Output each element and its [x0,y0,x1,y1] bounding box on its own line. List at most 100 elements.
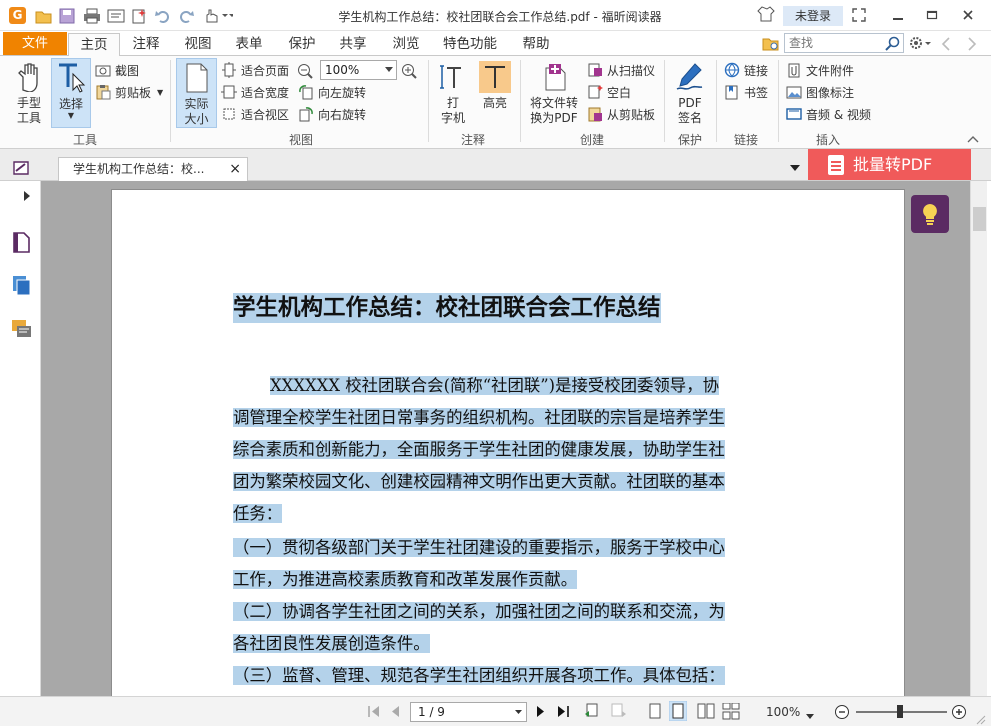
pages-layers-icon[interactable] [12,276,32,296]
fit-page-button[interactable]: 适合页面 [221,60,289,80]
previous-view-icon[interactable] [584,703,602,723]
paragraph-line[interactable]: 工作，为推进高校素质教育和改革发展作贡献。 [233,569,578,591]
save-icon[interactable] [59,7,75,25]
zoom-dropdown-icon[interactable] [385,67,393,72]
previous-page-icon[interactable] [390,705,400,721]
redo-icon[interactable] [178,7,194,25]
settings-gear-icon[interactable] [908,34,932,52]
tab-file[interactable]: 文件 [3,32,67,55]
nav-forward-icon[interactable] [966,35,978,53]
blank-page-button[interactable]: 空白 [587,82,631,102]
link-button[interactable]: 链接 [724,60,768,80]
from-scanner-button[interactable]: 从扫描仪 [587,60,655,80]
batch-convert-pdf-button[interactable]: 批量转PDF [808,149,971,180]
image-annotation-button[interactable]: 图像标注 [786,82,854,102]
resize-grip-icon[interactable] [974,713,986,726]
continuous-facing-view-icon[interactable] [722,702,740,723]
pdf-page[interactable]: 学生机构工作总结：校社团联合会工作总结 XXXXXX 校社团联合会(简称“社团联… [111,189,905,696]
page-thumbnail-icon[interactable] [12,232,30,253]
paragraph-line[interactable]: 团为繁荣校园文化、创建校园精神文明作出更大贡献。社团联的基本 [233,471,725,493]
first-page-icon[interactable] [367,705,381,721]
tab-view[interactable]: 视图 [176,33,220,56]
search-icon[interactable] [885,36,900,54]
fullscreen-icon[interactable] [844,4,874,26]
file-attachment-button[interactable]: 文件附件 [786,60,854,80]
paragraph-line[interactable]: 综合素质和创新能力，全面服务于学生社团的健康发展，协助学生社 [233,439,725,461]
tab-share[interactable]: 共享 [331,33,375,56]
paragraph-line[interactable]: （二）协调各学生社团之间的关系，加强社团之间的联系和交流，为 [233,601,725,623]
tab-help[interactable]: 帮助 [513,33,559,56]
paragraph-line[interactable]: （一）贯彻各级部门关于学生社团建设的重要指示，服务于学校中心 [233,537,725,559]
document-tab[interactable]: 学生机构工作总结：校... × [58,157,248,181]
vertical-scrollbar[interactable] [970,181,987,696]
document-heading[interactable]: 学生机构工作总结：校社团联合会工作总结 [233,293,661,323]
rotate-left-button[interactable]: 向左旋转 [298,82,366,102]
open-folder-icon[interactable] [35,7,53,25]
paragraph-line[interactable]: 各社团良性发展创造条件。 [233,633,430,655]
paragraph-line[interactable]: XXXXXX 校社团联合会(简称“社团联”)是接受校团委领导，协 [270,375,719,397]
paragraph-line[interactable]: （三）监督、管理、规范各学生社团组织开展各项工作。具体包括： [233,665,725,687]
folder-search-icon[interactable] [762,35,780,53]
select-tool-button[interactable]: 选择 ▼ [51,58,91,128]
next-page-icon[interactable] [536,705,546,721]
skin-shirt-icon[interactable] [757,5,775,23]
from-clipboard-button[interactable]: 从剪贴板 [587,104,655,124]
audio-video-button[interactable]: 音频 & 视频 [786,104,871,124]
paragraph-line[interactable]: 调管理全校学生社团日常事务的组织机构。社团联的宗旨是培养学生 [233,407,725,429]
clipboard-button[interactable]: 剪贴板 ▼ [95,82,163,102]
continuous-view-icon[interactable] [668,700,688,724]
close-tab-icon[interactable]: × [229,158,241,180]
actual-size-button[interactable]: 实际 大小 [176,58,217,128]
search-input[interactable] [785,34,881,52]
tab-comment[interactable]: 注释 [124,33,168,56]
hand-dropdown-icon[interactable] [203,7,233,25]
restore-button[interactable] [917,4,947,26]
close-window-button[interactable] [953,4,983,26]
search-field[interactable] [784,33,904,53]
zoom-slider-thumb[interactable] [897,705,903,718]
tab-features[interactable]: 特色功能 [437,33,503,56]
undo-icon[interactable] [155,7,171,25]
tab-protect[interactable]: 保护 [280,33,324,56]
typewriter-button[interactable]: 打 字机 [435,58,471,126]
minimize-button[interactable] [883,4,913,26]
tab-form[interactable]: 表单 [227,33,271,56]
pdf-sign-button[interactable]: PDF 签名 [672,58,708,126]
highlight-button[interactable]: 高亮 [476,58,514,111]
zoom-in-icon[interactable] [401,62,417,80]
login-status[interactable]: 未登录 [783,6,843,26]
page-number-field[interactable]: 1 / 9 [410,702,527,722]
convert-to-pdf-button[interactable]: 将文件转 换为PDF [528,58,580,126]
tab-list-dropdown-icon[interactable] [790,159,800,177]
facing-view-icon[interactable] [697,703,715,723]
fit-visible-button[interactable]: 适合视区 [221,104,289,124]
print-icon[interactable] [83,7,101,25]
clipboard-dropdown-arrow[interactable]: ▼ [157,88,163,97]
paragraph-line[interactable]: 任务： [233,503,283,525]
zoom-in-status-icon[interactable] [951,704,967,723]
tips-lightbulb-button[interactable] [911,195,949,233]
tab-browse[interactable]: 浏览 [384,33,428,56]
hand-tool-button[interactable]: 手型 工具 [9,58,49,126]
new-document-icon[interactable] [130,7,148,25]
comments-icon[interactable] [11,320,33,339]
bookmark-button[interactable]: 书签 [724,82,768,102]
zoom-select[interactable]: 100% [320,60,397,80]
last-page-icon[interactable] [557,705,571,721]
collapse-ribbon-icon[interactable] [967,130,979,148]
scrollbar-thumb[interactable] [973,207,986,231]
nav-back-icon[interactable] [940,35,952,53]
rotate-right-button[interactable]: 向右旋转 [298,104,366,124]
single-page-view-icon[interactable] [648,703,662,723]
foxit-home-icon[interactable] [12,159,30,177]
page-dropdown-icon[interactable] [515,710,522,714]
zoom-out-status-icon[interactable] [834,704,850,723]
snapshot-button[interactable]: 截图 [95,60,139,80]
next-view-icon[interactable] [609,703,627,723]
select-dropdown-arrow[interactable]: ▼ [52,112,90,120]
document-canvas[interactable]: 学生机构工作总结：校社团联合会工作总结 XXXXXX 校社团联合会(简称“社团联… [41,181,970,696]
zoom-percentage-dropdown-icon[interactable] [806,708,814,722]
properties-icon[interactable] [107,7,125,25]
expand-panel-icon[interactable] [24,187,31,205]
fit-width-button[interactable]: 适合宽度 [221,82,289,102]
